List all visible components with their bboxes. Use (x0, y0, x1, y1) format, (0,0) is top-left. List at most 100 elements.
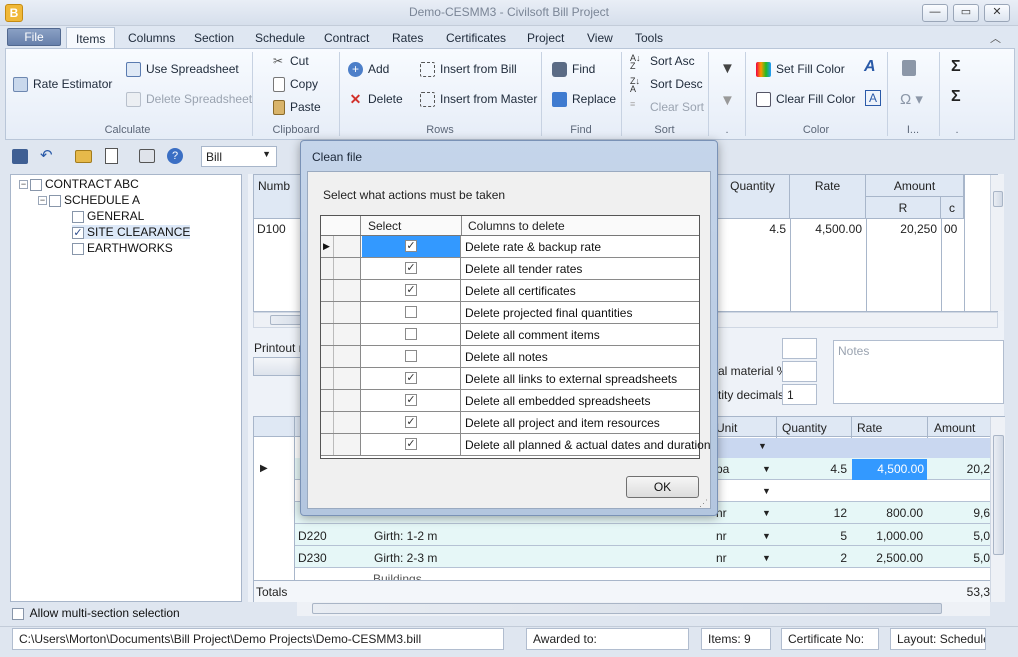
quantity-decimals-input[interactable]: 1 (782, 384, 817, 405)
clear-fill-color-button[interactable]: Clear Fill Color (756, 92, 855, 108)
delete-row-button[interactable]: ✕ Delete (348, 92, 403, 107)
printout-field[interactable] (253, 357, 303, 376)
unit-header[interactable]: Unit (716, 421, 737, 435)
clean-option-row[interactable]: ✓ Delete all embedded spreadsheets (321, 390, 699, 412)
copy-button[interactable]: Copy (273, 77, 318, 93)
new-file-icon[interactable] (105, 148, 118, 164)
columns-to-delete-header[interactable]: Columns to delete (468, 219, 565, 233)
resize-grip-icon[interactable]: ⋰ (699, 498, 708, 509)
row-rate-selected[interactable]: 4,500.00 (852, 459, 927, 480)
insert-from-master-button[interactable]: Insert from Master (420, 92, 537, 108)
lower-grid-hscrollbar[interactable] (297, 602, 990, 616)
item-amount-c-cell[interactable]: 00 (944, 222, 957, 236)
collapse-ribbon-icon[interactable]: ︿ (990, 30, 1001, 46)
multi-section-checkbox[interactable] (12, 607, 24, 620)
site-clearance-checkbox[interactable]: ✓ (72, 226, 84, 239)
select-cell[interactable] (362, 302, 461, 323)
save-icon[interactable] (12, 149, 28, 164)
tab-rates[interactable]: Rates (392, 31, 423, 45)
minimize-button[interactable]: — (922, 4, 948, 22)
item-rate-cell[interactable]: 4,500.00 (790, 222, 862, 236)
select-cell[interactable] (362, 324, 461, 345)
row-amount[interactable]: 9,6 (928, 506, 990, 520)
sum-all-icon[interactable]: Σ (951, 88, 961, 106)
row-code[interactable]: D220 (298, 529, 327, 543)
clean-option-row[interactable]: ✓ Delete all certificates (321, 280, 699, 302)
tab-view[interactable]: View (587, 31, 613, 45)
tab-items[interactable]: Items (66, 27, 116, 49)
row-header[interactable]: ▶ (321, 236, 361, 257)
cut-button[interactable]: ✂ Cut (273, 54, 309, 69)
amount-header[interactable]: Amount (934, 421, 975, 435)
tree-node-contract[interactable]: − CONTRACT ABC (19, 177, 139, 191)
tab-certificates[interactable]: Certificates (446, 31, 506, 45)
clean-option-row[interactable]: ▶ ✓ Delete rate & backup rate (321, 236, 699, 258)
chevron-down-icon[interactable]: ▼ (762, 531, 771, 541)
tab-contract[interactable]: Contract (324, 31, 369, 45)
contract-checkbox[interactable] (30, 178, 42, 191)
clean-option-row[interactable]: Delete all comment items (321, 324, 699, 346)
tab-schedule[interactable]: Schedule (255, 31, 305, 45)
clean-option-checkbox[interactable]: ✓ (405, 372, 417, 384)
row-unit[interactable]: pa (716, 462, 729, 476)
add-row-button[interactable]: + Add (348, 62, 389, 78)
filter-row[interactable]: ▼ (710, 438, 990, 458)
sum-icon[interactable]: Σ (951, 58, 961, 76)
chevron-down-icon[interactable]: ▼ (762, 553, 771, 563)
chevron-down-icon[interactable]: ▼ (758, 441, 767, 451)
row-description[interactable]: Buildings (373, 572, 422, 580)
clean-option-checkbox[interactable] (405, 306, 417, 318)
help-icon[interactable]: ? (167, 148, 183, 164)
notes-textarea[interactable]: Notes (833, 340, 1004, 404)
clean-option-row[interactable]: ✓ Delete all tender rates (321, 258, 699, 280)
clean-option-checkbox[interactable]: ✓ (405, 438, 417, 450)
row-header[interactable] (321, 302, 361, 323)
scroll-thumb[interactable] (993, 435, 1004, 555)
lower-grid-vscrollbar[interactable] (990, 417, 1005, 602)
font-color-icon[interactable]: A (864, 58, 876, 76)
clean-option-row[interactable]: ✓ Delete all planned & actual dates and d… (321, 434, 711, 456)
row-header[interactable] (321, 280, 361, 301)
file-menu[interactable]: File (7, 28, 61, 46)
sort-asc-button[interactable]: A↓ Z Sort Asc (630, 54, 695, 71)
select-cell[interactable]: ✓ (362, 412, 461, 433)
insert-from-bill-button[interactable]: Insert from Bill (420, 62, 517, 78)
clean-option-row[interactable]: Delete all notes (321, 346, 699, 368)
clean-option-checkbox[interactable]: ✓ (405, 416, 417, 428)
general-checkbox[interactable] (72, 210, 84, 223)
row-header[interactable] (321, 346, 361, 367)
select-cell[interactable]: ✓ (362, 434, 461, 455)
item-quantity-cell[interactable]: 4.5 (716, 222, 786, 236)
item-number-cell[interactable]: D100 (257, 222, 286, 236)
ok-button[interactable]: OK (626, 476, 699, 498)
row-header[interactable] (321, 324, 361, 345)
row-unit[interactable]: nr (716, 551, 727, 565)
collapse-icon[interactable]: − (38, 196, 47, 206)
tree-node-schedule[interactable]: − SCHEDULE A (38, 193, 140, 207)
tab-project[interactable]: Project (527, 31, 564, 45)
chevron-down-icon[interactable]: ▼ (762, 508, 771, 518)
row-unit[interactable]: nr (716, 529, 727, 543)
row-amount[interactable]: 20,2 (928, 462, 990, 476)
filter-icon[interactable]: ▼ (720, 60, 735, 77)
row-header[interactable] (321, 434, 361, 455)
table-row[interactable]: Buildings (295, 568, 990, 580)
symbol-icon[interactable]: Ω ▾ (900, 90, 923, 108)
clean-option-checkbox[interactable]: ✓ (405, 262, 417, 274)
row-quantity[interactable]: 4.5 (777, 462, 847, 476)
multi-section-option[interactable]: Allow multi-section selection (12, 606, 180, 620)
row-header[interactable] (321, 412, 361, 433)
close-button[interactable]: ✕ (984, 4, 1010, 22)
font-style-icon[interactable]: A (865, 90, 881, 106)
insert-object-icon[interactable] (902, 60, 916, 76)
bill-select[interactable]: Bill ▼ (201, 146, 277, 167)
amount-c-header[interactable]: c (941, 197, 964, 219)
clean-option-checkbox[interactable]: ✓ (405, 394, 417, 406)
row-description[interactable]: Girth: 2-3 m (374, 551, 437, 565)
quantity-header[interactable]: Quantity (716, 175, 790, 219)
select-column-header[interactable]: Select (368, 219, 401, 233)
select-cell[interactable]: ✓ (362, 258, 461, 279)
select-cell[interactable]: ✓ (362, 236, 461, 257)
maximize-button[interactable]: ▭ (953, 4, 979, 22)
select-cell[interactable]: ✓ (362, 280, 461, 301)
